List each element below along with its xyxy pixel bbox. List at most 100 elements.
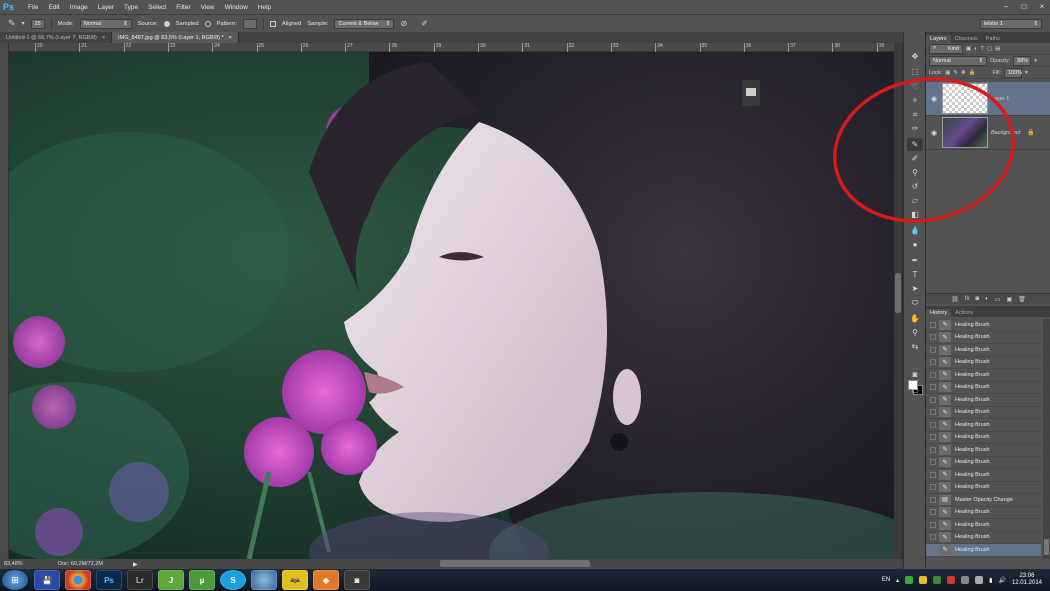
vertical-ruler[interactable] [0, 43, 9, 559]
history-item[interactable]: ✎ Healing Brush [926, 319, 1041, 332]
history-item[interactable]: ✎ Healing Brush [926, 382, 1041, 394]
hand-tool-icon[interactable]: ✋ [907, 312, 923, 325]
tab-img-8487[interactable]: IMG_8487.jpg @ 83,5% (Layer 1, RGB/8) * … [112, 32, 239, 43]
history-scrollbar[interactable] [1043, 319, 1050, 559]
menu-filter[interactable]: Filter [171, 4, 195, 11]
healing-brush-tool-icon[interactable]: ✎ [8, 18, 16, 29]
skype-icon[interactable]: S [220, 570, 246, 590]
tray-app-icon[interactable] [919, 576, 928, 584]
opacity-input[interactable]: 88% [1013, 55, 1032, 66]
smart-filter-icon[interactable]: ▤ [995, 46, 1000, 52]
utorrent-icon[interactable]: µ [189, 570, 215, 590]
trash-icon[interactable]: 🗑 [1018, 296, 1026, 303]
photoshop-icon[interactable]: Ps [96, 570, 122, 590]
sample-select[interactable]: Current & Below ⇕ [334, 18, 395, 29]
history-brush-source-checkbox[interactable] [930, 496, 936, 503]
history-brush-source-checkbox[interactable] [930, 484, 936, 491]
close-icon[interactable]: × [102, 35, 105, 41]
close-icon[interactable]: × [1037, 1, 1047, 11]
tab-untitled-1[interactable]: Untitled-1 @ 66,7% (Layer 7, RGB/8) × [0, 32, 113, 43]
screen-mode-icon[interactable]: ▭ [907, 384, 923, 397]
menu-window[interactable]: Window [220, 4, 253, 11]
history-brush-source-checkbox[interactable] [930, 509, 936, 516]
zoom-tool-icon[interactable]: ⚲ [907, 326, 923, 339]
swap-colors-icon[interactable]: ⇆ [907, 340, 923, 353]
menu-select[interactable]: Select [143, 4, 171, 11]
history-brush-source-checkbox[interactable] [930, 471, 936, 478]
history-item[interactable]: ✎ Healing Brush [926, 457, 1041, 469]
history-brush-source-checkbox[interactable] [930, 346, 936, 353]
network-icon[interactable]: ▮ [989, 577, 992, 584]
history-brush-source-checkbox[interactable] [930, 521, 936, 528]
history-brush-source-checkbox[interactable] [930, 421, 936, 428]
shape-tool-icon[interactable]: ⬭ [907, 296, 923, 309]
horizontal-scrollbar[interactable] [440, 560, 590, 567]
history-item[interactable]: ▤ Master Opacity Change [926, 494, 1041, 507]
close-icon[interactable]: × [229, 35, 232, 41]
workspace-select[interactable]: lelshn 1 ⇕ [980, 19, 1042, 29]
tray-app-icon[interactable] [933, 576, 942, 584]
adjustment-layer-icon[interactable]: ◐ [985, 296, 989, 302]
clock[interactable]: 23:06 12.01.2014 [1012, 573, 1042, 587]
layer-style-icon[interactable]: fx [965, 296, 970, 302]
tab-channels[interactable]: Channels [951, 35, 982, 43]
history-item[interactable]: ✎ Healing Brush [926, 344, 1041, 357]
media-app-icon[interactable]: ◈ [313, 570, 339, 590]
menu-image[interactable]: Image [65, 4, 93, 11]
jdownloader-icon[interactable]: J [158, 570, 184, 590]
history-item[interactable]: ✎ Healing Brush [926, 432, 1041, 444]
history-brush-source-checkbox[interactable] [930, 446, 936, 453]
history-item[interactable]: ✎ Healing Brush [926, 532, 1041, 544]
history-item[interactable]: ✎ Healing Brush [926, 544, 1041, 557]
volume-icon[interactable]: 🔊 [998, 577, 1005, 584]
status-menu-arrow[interactable]: ▶ [133, 561, 138, 568]
history-brush-source-checkbox[interactable] [930, 359, 936, 366]
history-item[interactable]: ✎ Healing Brush [926, 419, 1041, 432]
type-filter-icon[interactable]: T [981, 46, 984, 52]
maximize-icon[interactable]: □ [1019, 1, 1029, 11]
tab-actions[interactable]: Actions [951, 309, 977, 317]
history-item[interactable]: ✎ Healing Brush [926, 332, 1041, 344]
chevron-down-icon[interactable]: ▾ [1034, 58, 1037, 64]
history-item[interactable]: ✎ Healing Brush [926, 507, 1041, 519]
history-brush-source-checkbox[interactable] [930, 534, 936, 541]
move-tool-icon[interactable]: ✥ [907, 50, 923, 63]
language-indicator[interactable]: EN [882, 577, 890, 583]
menu-help[interactable]: Help [253, 4, 276, 11]
history-item[interactable]: ✎ Healing Brush [926, 369, 1041, 382]
network-globe-icon[interactable] [251, 570, 277, 590]
scroll-thumb[interactable] [1044, 539, 1049, 555]
history-item[interactable]: ✎ Healing Brush [926, 407, 1041, 419]
windows-start-icon[interactable]: ⊞ [2, 570, 28, 590]
brush-size-picker[interactable]: 25 [30, 18, 45, 29]
menu-type[interactable]: Type [119, 4, 143, 11]
menu-layer[interactable]: Layer [93, 4, 119, 11]
history-item[interactable]: ✎ Healing Brush [926, 394, 1041, 407]
tab-layers[interactable]: Layers [926, 35, 951, 43]
minimize-icon[interactable]: – [1001, 1, 1011, 11]
history-brush-source-checkbox[interactable] [930, 459, 936, 466]
tab-history[interactable]: History [926, 309, 952, 317]
mode-select[interactable]: Normal ⇕ [79, 18, 132, 29]
history-brush-source-checkbox[interactable] [930, 396, 936, 403]
history-brush-source-checkbox[interactable] [930, 334, 936, 341]
tray-app-icon[interactable] [947, 576, 956, 584]
document-canvas[interactable] [9, 52, 894, 559]
ignore-adjustment-layers-icon[interactable]: ⊘ [400, 19, 407, 28]
tray-app-icon[interactable] [975, 576, 984, 584]
chevron-down-icon[interactable]: ▾ [1025, 70, 1028, 76]
zoom-level[interactable]: 83,48% [0, 561, 28, 567]
history-brush-source-checkbox[interactable] [930, 546, 936, 553]
taskbar-app-save-icon[interactable]: 💾 [34, 570, 60, 590]
history-brush-source-checkbox[interactable] [930, 371, 936, 378]
type-tool-icon[interactable]: T [907, 268, 923, 281]
tray-arrow-icon[interactable]: ▴ [896, 577, 899, 584]
batman-app-icon[interactable]: 🦇 [282, 570, 308, 590]
history-item[interactable]: ✎ Healing Brush [926, 469, 1041, 482]
chevron-down-icon[interactable]: ▾ [22, 20, 25, 27]
history-item[interactable]: ✎ Healing Brush [926, 482, 1041, 494]
layer-kind-filter[interactable]: ⌕ Kind [929, 43, 963, 54]
menu-edit[interactable]: Edit [43, 4, 64, 11]
shape-filter-icon[interactable]: ▢ [987, 46, 992, 52]
history-brush-source-checkbox[interactable] [930, 434, 936, 441]
